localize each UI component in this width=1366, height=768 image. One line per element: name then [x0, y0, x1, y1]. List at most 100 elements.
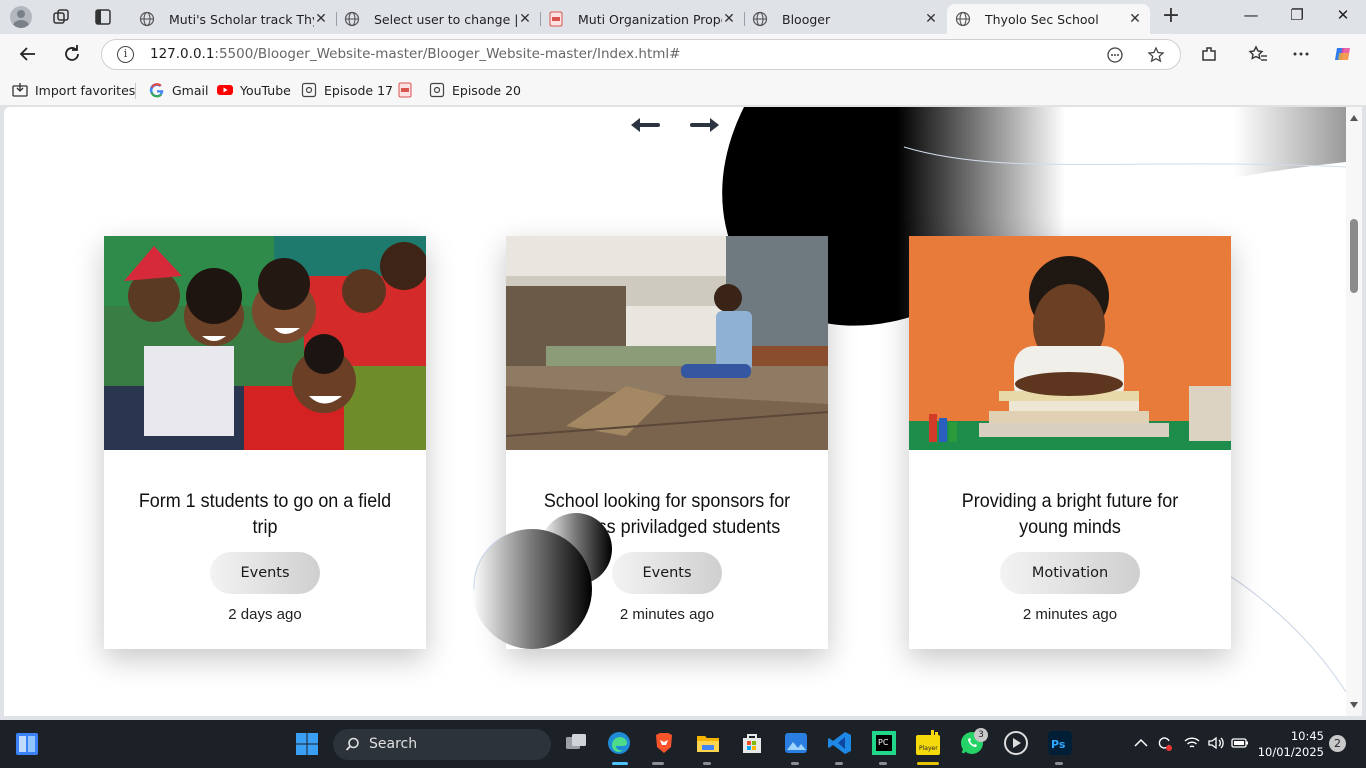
card-image	[104, 236, 426, 450]
category-button[interactable]: Events	[210, 552, 320, 594]
running-app-indicator	[703, 762, 711, 765]
navigation-bar: i 127.0.0.1:5500/Blooger_Website-master/…	[0, 34, 1366, 74]
url-text[interactable]: 127.0.0.1:5500/Blooger_Website-master/Bl…	[150, 46, 681, 62]
more-options-icon[interactable]	[1291, 44, 1311, 64]
tab-title: Muti's Scholar track Thyolo	[169, 11, 314, 27]
page-scrollbar[interactable]	[1346, 107, 1362, 716]
import-icon	[12, 83, 28, 97]
restore-icon[interactable]: ❐	[1285, 6, 1309, 28]
task-view-icon[interactable]	[563, 730, 589, 756]
favorites-divider	[135, 83, 136, 99]
extensions-icon[interactable]	[1199, 44, 1219, 64]
tab-actions-icon[interactable]	[94, 8, 112, 26]
tab-proposal-pdf[interactable]: Muti Organization Proposal ✕	[540, 4, 745, 34]
windows-start-icon[interactable]	[295, 732, 319, 756]
whatsapp-unread-badge: 3	[974, 728, 988, 742]
scroll-down-icon[interactable]	[1350, 702, 1358, 708]
read-aloud-icon[interactable]	[1106, 46, 1124, 64]
post-time: 2 days ago	[228, 606, 302, 623]
taskbar: Search PC Player 3 Ps 10:45 10/01/2025 2	[0, 720, 1366, 768]
clock-date: 10/01/2025	[1257, 745, 1324, 759]
close-tab-icon[interactable]: ✕	[722, 11, 736, 27]
close-tab-icon[interactable]: ✕	[314, 11, 328, 27]
favorite-episode-17[interactable]: Episode 17	[301, 82, 393, 98]
next-slide-arrow-icon[interactable]	[690, 115, 722, 135]
child-with-books-photo	[909, 236, 1231, 450]
scrollbar-thumb[interactable]	[1350, 219, 1358, 293]
pycharm-icon[interactable]: PC	[871, 730, 897, 756]
close-window-icon[interactable]: ✕	[1331, 6, 1355, 28]
running-app-indicator	[1055, 762, 1063, 765]
running-app-indicator	[652, 762, 664, 765]
tab-bar: Muti's Scholar track Thyolo ✕ Select use…	[0, 0, 1366, 34]
workspaces-icon[interactable]	[52, 8, 70, 26]
battery-icon[interactable]	[1231, 734, 1249, 752]
system-clock[interactable]: 10:45 10/01/2025	[1256, 728, 1324, 760]
back-arrow-icon[interactable]	[16, 42, 40, 66]
new-tab-button[interactable]: +	[1160, 5, 1182, 28]
edge-browser-icon[interactable]	[606, 730, 632, 756]
widgets-icon[interactable]	[15, 732, 39, 756]
refresh-icon[interactable]	[60, 42, 84, 66]
favorite-import[interactable]: Import favorites	[12, 82, 135, 98]
media-player-icon[interactable]: Player	[915, 730, 941, 756]
svg-text:PC: PC	[878, 738, 889, 747]
minimize-icon[interactable]: —	[1239, 6, 1263, 28]
photos-app-icon[interactable]	[783, 730, 809, 756]
close-tab-icon[interactable]: ✕	[924, 11, 938, 27]
google-icon	[149, 83, 164, 98]
screen-icon	[429, 82, 445, 98]
media-play-icon[interactable]	[1003, 730, 1029, 756]
volume-icon[interactable]	[1207, 734, 1225, 752]
notification-count-badge[interactable]: 2	[1329, 735, 1346, 752]
tab-blooger[interactable]: Blooger ✕	[744, 4, 946, 34]
brave-browser-icon[interactable]	[651, 730, 677, 756]
tab-thyolo-sec-school[interactable]: Thyolo Sec School ✕	[947, 4, 1150, 34]
favorite-gmail[interactable]: Gmail	[149, 82, 208, 98]
prev-slide-arrow-icon[interactable]	[628, 115, 660, 135]
favorite-star-icon[interactable]	[1147, 46, 1165, 64]
wifi-icon[interactable]	[1183, 734, 1201, 752]
tab-scholar-track[interactable]: Muti's Scholar track Thyolo ✕	[131, 4, 337, 34]
tab-title: Blooger	[782, 11, 831, 27]
running-app-indicator	[835, 762, 843, 765]
category-button[interactable]: Motivation	[1000, 552, 1140, 594]
card-title[interactable]: Providing a bright future for young mind…	[922, 488, 1218, 540]
favorite-label: Episode 17	[324, 82, 393, 98]
favorite-episode-20[interactable]: Episode 20	[429, 82, 521, 98]
site-info-icon[interactable]: i	[117, 46, 134, 63]
taskbar-search[interactable]: Search	[333, 729, 551, 760]
favorite-youtube[interactable]: YouTube	[217, 82, 291, 98]
card-title[interactable]: Form 1 students to go on a field trip	[117, 488, 413, 540]
close-tab-icon[interactable]: ✕	[518, 11, 532, 27]
tab-django-users[interactable]: Select user to change | Django ✕	[336, 4, 541, 34]
copilot-icon[interactable]	[1333, 44, 1353, 64]
file-explorer-icon[interactable]	[695, 730, 721, 756]
favorite-label: Gmail	[172, 82, 209, 98]
running-app-indicator	[917, 762, 939, 765]
scroll-up-icon[interactable]	[1350, 115, 1358, 121]
blog-card[interactable]: Form 1 students to go on a field trip Ev…	[104, 236, 426, 649]
clock-time: 10:45	[1290, 729, 1324, 743]
children-photo	[104, 236, 426, 450]
close-tab-icon[interactable]: ✕	[1128, 11, 1142, 27]
globe-icon	[139, 11, 155, 27]
svg-text:Ps: Ps	[1051, 738, 1066, 751]
decorative-spheres	[472, 513, 612, 649]
blog-card[interactable]: Providing a bright future for young mind…	[909, 236, 1231, 649]
tab-title: Muti Organization Proposal	[578, 11, 722, 27]
page-viewport: Form 1 students to go on a field trip Ev…	[4, 107, 1346, 716]
microsoft-store-icon[interactable]	[739, 730, 765, 756]
vscode-icon[interactable]	[827, 730, 853, 756]
address-bar[interactable]: i 127.0.0.1:5500/Blooger_Website-master/…	[101, 39, 1181, 70]
sync-alert-icon[interactable]	[1155, 734, 1173, 752]
profile-avatar[interactable]	[10, 6, 32, 28]
post-time: 2 minutes ago	[1022, 606, 1118, 623]
favorite-label: Episode 20	[452, 82, 521, 98]
running-app-indicator	[879, 762, 887, 765]
favorites-bar: Import favorites Gmail YouTube Episode 1…	[0, 74, 1366, 106]
photoshop-icon[interactable]: Ps	[1047, 730, 1073, 756]
favorite-pdf[interactable]	[397, 82, 420, 98]
favorites-icon[interactable]	[1248, 44, 1268, 64]
show-hidden-icons-icon[interactable]	[1132, 734, 1150, 752]
